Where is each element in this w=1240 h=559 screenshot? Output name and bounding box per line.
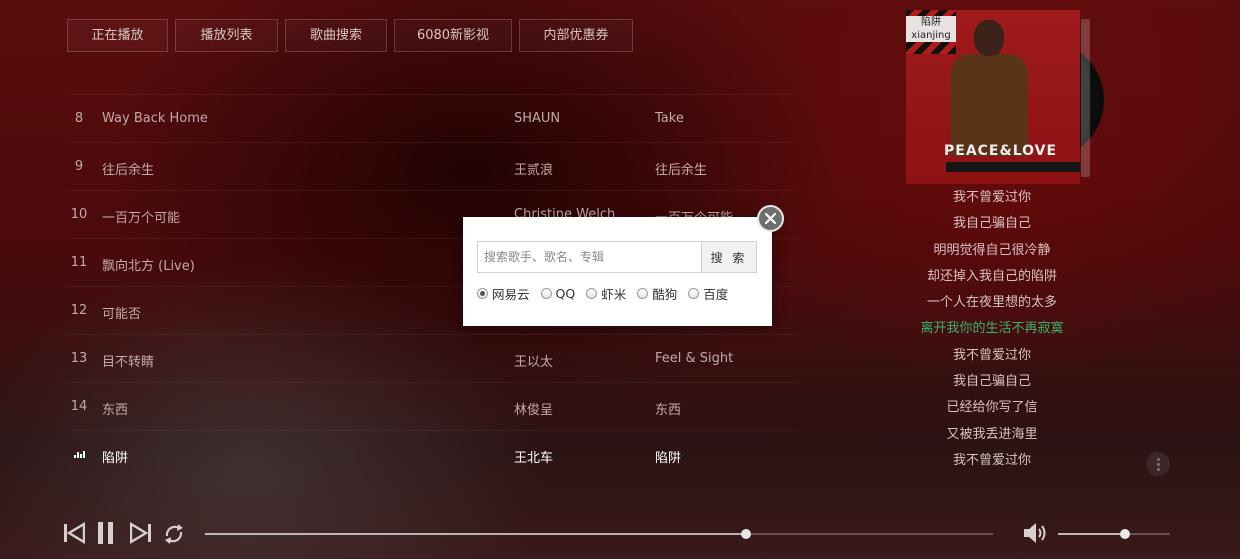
source-options: 网易云 QQ 虾米 酷狗 百度 (477, 284, 728, 303)
loop-icon[interactable] (162, 522, 186, 546)
song-artist: 林俊呈 (514, 403, 554, 418)
cover-tag-line2: xianjing (911, 30, 951, 41)
song-number: 8 (74, 111, 84, 126)
tab-6080-video[interactable]: 6080新影视 (394, 19, 512, 52)
lyric-line: 却还掉入我自己的陷阱 (926, 268, 1057, 284)
source-label: QQ (555, 286, 576, 301)
radio-button[interactable] (688, 288, 700, 299)
song-album: 往后余生 (655, 163, 708, 178)
player-bar (0, 510, 1240, 559)
song-row[interactable]: 14 东西 林俊呈 东西 (67, 382, 797, 430)
lyric-line: 我不曾爱过你 (952, 452, 1031, 468)
song-name: Way Back Home (102, 111, 208, 126)
song-row[interactable]: 9 往后余生 王贰浪 往后余生 (67, 142, 797, 190)
song-number (67, 447, 91, 462)
source-label: 网易云 (492, 287, 530, 302)
volume-icon[interactable] (1023, 521, 1049, 545)
playing-icon (73, 448, 85, 458)
song-artist: SHAUN (514, 111, 561, 126)
search-dialog: 搜 索 网易云 QQ 虾米 酷狗 百度 (463, 217, 772, 326)
source-option-netease[interactable]: 网易云 (477, 284, 530, 303)
song-number: 14 (70, 399, 88, 414)
song-artist: 王贰浪 (514, 163, 554, 178)
close-icon[interactable] (757, 205, 784, 232)
progress-handle[interactable] (741, 529, 752, 539)
lyric-line: 我不曾爱过你 (952, 190, 1031, 205)
top-nav: 正在播放 播放列表 歌曲搜索 6080新影视 内部优惠券 (67, 19, 633, 52)
progress-fill (205, 533, 747, 535)
cover-tag-text: 陷阱 xianjing (906, 16, 956, 42)
radio-button[interactable] (637, 288, 649, 299)
volume-slider[interactable] (1058, 529, 1170, 539)
search-button[interactable]: 搜 索 (701, 241, 757, 273)
song-row-current[interactable]: 陷阱 王北车 陷阱 (67, 430, 797, 478)
lyric-line: 一个人在夜里想的太多 (926, 295, 1057, 311)
lyric-line: 明明觉得自己很冷静 (933, 242, 1051, 258)
song-number: 9 (74, 159, 84, 174)
source-option-kugou[interactable]: 酷狗 (637, 284, 677, 303)
pause-icon[interactable] (96, 521, 116, 545)
song-name: 东西 (102, 403, 129, 418)
lyric-line: 我不曾爱过你 (952, 347, 1031, 363)
lyric-line: 我自己骗自己 (952, 374, 1031, 390)
progress-bar[interactable] (205, 529, 993, 539)
radio-button[interactable] (586, 288, 598, 299)
cover-tag-line1: 陷阱 (921, 17, 941, 28)
tab-song-search[interactable]: 歌曲搜索 (285, 19, 387, 52)
more-icon[interactable] (1146, 452, 1170, 476)
next-icon[interactable] (130, 522, 152, 544)
song-album: Take (655, 111, 684, 126)
lyric-line: 我自己骗自己 (952, 216, 1031, 232)
song-album: 陷阱 (655, 451, 682, 466)
album-cover: 陷阱 xianjing PEACE&LOVE (906, 10, 1080, 184)
song-artist: 王以太 (514, 355, 554, 370)
lyric-line: 已经给你写了信 (946, 400, 1038, 416)
cover-bar (946, 162, 1080, 172)
song-row[interactable]: 13 目不转睛 王以太 Feel & Sight (67, 334, 797, 382)
song-artist: 王北车 (514, 451, 554, 466)
tab-coupons[interactable]: 内部优惠券 (519, 19, 633, 52)
song-album: Feel & Sight (655, 351, 734, 366)
source-option-qq[interactable]: QQ (540, 284, 576, 303)
radio-button[interactable] (477, 288, 488, 299)
song-name: 一百万个可能 (102, 211, 181, 226)
song-row[interactable]: 8 Way Back Home SHAUN Take (67, 94, 797, 142)
source-label: 虾米 (601, 287, 627, 302)
song-number: 12 (70, 303, 88, 318)
source-label: 百度 (703, 287, 729, 302)
cover-figure-head (974, 20, 1004, 56)
source-option-xiami[interactable]: 虾米 (586, 284, 626, 303)
lyrics-scrollbar[interactable] (1081, 19, 1090, 177)
volume-fill (1058, 533, 1126, 535)
lyric-line: 又被我丢进海里 (946, 426, 1038, 442)
lyric-line: 离开我你的生活不再寂寞 (920, 321, 1064, 337)
tab-playlist[interactable]: 播放列表 (175, 19, 278, 52)
prev-icon[interactable] (63, 522, 85, 544)
radio-button[interactable] (540, 288, 552, 299)
song-name: 飘向北方 (Live) (102, 259, 195, 274)
song-number: 11 (70, 255, 88, 270)
song-name: 目不转睛 (102, 355, 155, 370)
song-name: 可能否 (102, 307, 142, 322)
song-name: 往后余生 (102, 163, 155, 178)
tab-now-playing[interactable]: 正在播放 (67, 19, 168, 52)
volume-handle[interactable] (1120, 529, 1131, 539)
song-number: 10 (70, 207, 88, 222)
cover-title: PEACE&LOVE (944, 143, 1058, 159)
lyrics-panel: 我不曾爱过你 我自己骗自己 明明觉得自己很冷静 却还掉入我自己的陷阱 一个人在夜… (882, 185, 1102, 474)
song-number: 13 (70, 351, 88, 366)
song-album: 东西 (655, 403, 682, 418)
search-input[interactable] (477, 241, 702, 273)
source-option-baidu[interactable]: 百度 (688, 284, 728, 303)
song-name: 陷阱 (102, 451, 129, 466)
source-label: 酷狗 (652, 287, 678, 302)
cover-figure (950, 54, 1028, 156)
